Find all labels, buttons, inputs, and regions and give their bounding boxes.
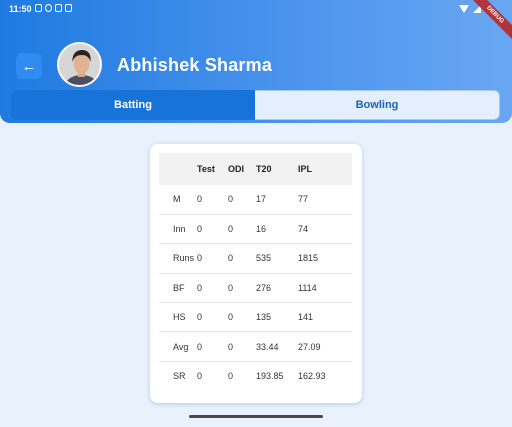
stats-card: Test ODI T20 IPL M 0 0 17 77 Inn 0 0 16 …	[150, 144, 362, 403]
stat-value: 162.93	[298, 371, 326, 382]
stat-value: 0	[228, 243, 256, 274]
app-header: 11:50 DEBUG ← Abhishek Sharma Batting Bo…	[0, 0, 512, 123]
stat-value: 0	[197, 273, 228, 304]
tab-batting[interactable]: Batting	[11, 90, 255, 120]
stat-value: 17	[256, 185, 298, 215]
stat-label: BF	[159, 273, 197, 304]
stat-value: 0	[197, 331, 228, 362]
stat-value: 141	[298, 302, 352, 333]
stat-value: 1114	[298, 273, 352, 304]
column-header: T20	[256, 153, 298, 185]
stat-label: HS	[159, 302, 197, 333]
stat-value: 135	[256, 302, 298, 333]
player-avatar	[57, 42, 102, 87]
tab-bowling[interactable]: Bowling	[255, 90, 500, 120]
stat-value: 1815	[298, 243, 352, 274]
stat-value: 0	[228, 273, 256, 304]
table-row: Runs 0 0 535 1815	[159, 243, 352, 274]
player-name: Abhishek Sharma	[117, 55, 273, 75]
stat-value: 0	[197, 371, 203, 382]
column-header	[159, 153, 197, 185]
table-row: SR 0 0 193.85 162.93	[159, 361, 352, 390]
table-row: Avg 0 0 33.44 27.09	[159, 331, 352, 362]
status-time: 11:50	[9, 4, 32, 14]
stat-label: SR	[173, 371, 186, 382]
stats-table: Test ODI T20 IPL M 0 0 17 77 Inn 0 0 16 …	[159, 153, 352, 391]
stat-value: 16	[256, 214, 298, 245]
table-row: HS 0 0 135 141	[159, 302, 352, 333]
stat-value: 0	[197, 214, 228, 245]
stats-tabs: Batting Bowling	[11, 90, 500, 120]
stat-value: 0	[197, 185, 228, 215]
stat-value: 27.09	[298, 331, 352, 362]
table-header-row: Test ODI T20 IPL	[159, 153, 352, 185]
status-notification-icons	[35, 4, 72, 12]
stat-value: 0	[228, 371, 234, 382]
back-button[interactable]: ←	[16, 53, 42, 79]
stat-value: 0	[228, 331, 256, 362]
sim-status-icon	[55, 4, 62, 12]
stat-value: 0	[228, 214, 256, 245]
arrow-left-icon: ←	[21, 57, 37, 75]
stat-value: 276	[256, 273, 298, 304]
table-row: Inn 0 0 16 74	[159, 214, 352, 245]
stat-value: 0	[228, 185, 256, 215]
stat-value: 74	[298, 214, 352, 245]
stat-value: 0	[197, 243, 228, 274]
gesture-nav-handle[interactable]	[189, 415, 323, 418]
storage-status-icon	[65, 4, 72, 12]
stat-value: 0	[228, 302, 256, 333]
status-bar: 11:50	[0, 0, 512, 18]
stat-label: Avg	[159, 331, 197, 362]
stat-value: 33.44	[256, 331, 298, 362]
table-row: BF 0 0 276 1114	[159, 273, 352, 304]
stat-value: 193.85	[256, 371, 284, 382]
stat-label: Inn	[159, 214, 197, 245]
table-row: M 0 0 17 77	[159, 185, 352, 215]
column-header: Test	[197, 153, 228, 185]
wifi-icon	[459, 4, 469, 13]
player-photo	[59, 44, 100, 85]
column-header: IPL	[298, 153, 352, 185]
shield-status-icon	[45, 4, 52, 12]
stat-value: 77	[298, 185, 352, 215]
settings-status-icon	[35, 4, 42, 12]
column-header: ODI	[228, 153, 256, 185]
stat-value: 0	[197, 302, 228, 333]
stat-label: M	[159, 185, 197, 215]
stat-label: Runs	[159, 243, 197, 274]
stat-value: 535	[256, 243, 298, 274]
